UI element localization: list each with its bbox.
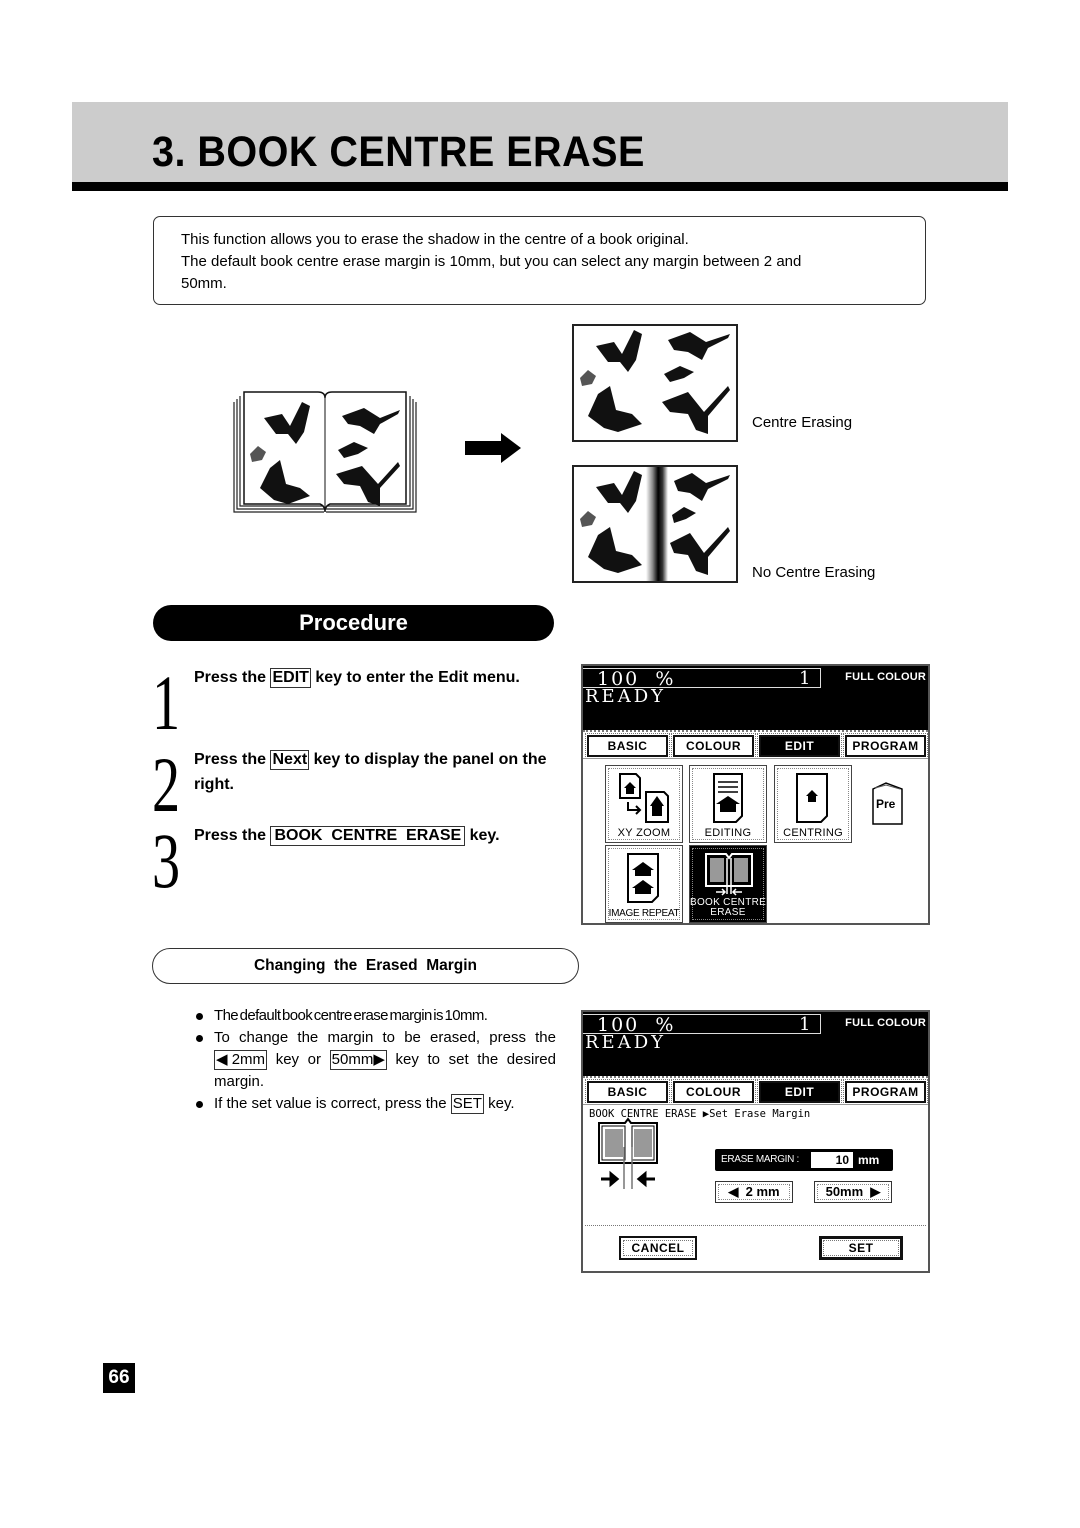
decrease-key-label: ◀ 2mm	[214, 1050, 268, 1070]
step-number: 2	[152, 741, 181, 828]
book-centre-erase-icon	[705, 853, 753, 896]
copier-screen-set-erase-margin: 100 % 1 FULL COLOUR READY BASIC COLOUR E…	[581, 1010, 930, 1273]
colour-mode: FULL COLOUR	[845, 671, 926, 683]
copy-count: 1	[799, 668, 811, 689]
tab-basic[interactable]: BASIC	[585, 1079, 670, 1105]
next-key-label: Next	[270, 750, 310, 770]
title-rule	[72, 182, 1008, 191]
erase-margin-panel: BOOK CENTRE ERASE ▶Set Erase Margin ERAS…	[583, 1104, 928, 1269]
set-key-label: SET	[450, 1094, 484, 1114]
step-2-text: Press the Next key to display the panel …	[194, 750, 547, 793]
copy-count: 1	[799, 1014, 811, 1035]
step-3-text: Press the BOOK CENTRE ERASE key.	[194, 826, 500, 846]
edit-functions-panel: XY ZOOM EDITING CENTRING Pre IMAGE REPEA…	[583, 758, 928, 923]
tab-colour[interactable]: COLOUR	[671, 1079, 756, 1105]
book-centre-erase-button[interactable]: BOOK CENTRE ERASE	[689, 845, 767, 923]
intro-line: The default book centre erase margin is …	[181, 253, 802, 270]
status-text: READY	[585, 1032, 667, 1053]
erase-margin-label: ERASE MARGIN :	[721, 1154, 800, 1165]
screen-tabs: BASIC COLOUR EDIT PROGRAM	[583, 1076, 928, 1105]
screen-tabs: BASIC COLOUR EDIT PROGRAM	[583, 730, 928, 759]
function-label: CENTRING	[783, 827, 843, 839]
right-arrow-icon	[465, 433, 521, 463]
increase-key-label: 50mm▶	[329, 1050, 387, 1070]
no-centre-erasing-result-image	[572, 465, 738, 583]
open-book-icon	[233, 391, 417, 513]
intro-line: This function allows you to erase the sh…	[181, 231, 689, 248]
step-1-text: Press the EDIT key to enter the Edit men…	[194, 668, 520, 688]
function-label: EDITING	[704, 827, 752, 839]
screen-status-area: 100 % 1 FULL COLOUR READY	[583, 666, 928, 730]
intro-line: 50mm.	[181, 275, 227, 292]
procedure-heading: Procedure	[153, 605, 554, 641]
set-button[interactable]: SET	[819, 1236, 903, 1260]
editing-icon	[713, 773, 743, 823]
list-item: The default book centre erase margin is …	[196, 1005, 556, 1027]
page-title: 3. BOOK CENTRE ERASE	[152, 128, 645, 176]
pre-label: Pre	[876, 797, 896, 811]
copier-screen-edit-menu: 100 % 1 FULL COLOUR READY BASIC COLOUR E…	[581, 664, 930, 925]
centre-erasing-caption: Centre Erasing	[752, 414, 853, 431]
function-label: IMAGE REPEAT	[608, 908, 680, 919]
decrease-2mm-button[interactable]: ◀ 2 mm	[715, 1181, 793, 1203]
increase-50mm-button[interactable]: 50mm ▶	[814, 1181, 892, 1203]
centre-shadow	[646, 467, 668, 581]
erase-margin-unit: mm	[858, 1153, 880, 1167]
margin-instructions: The default book centre erase margin is …	[196, 1005, 556, 1115]
cancel-button[interactable]: CANCEL	[619, 1236, 697, 1260]
tab-basic[interactable]: BASIC	[585, 733, 670, 759]
erase-margin-display: ERASE MARGIN : 10 mm	[715, 1149, 893, 1171]
centre-erased-result-image	[572, 324, 738, 442]
previous-page-button[interactable]: Pre	[872, 781, 904, 825]
tab-program[interactable]: PROGRAM	[843, 1079, 928, 1105]
function-label: BOOK CENTRE ERASE	[690, 897, 767, 918]
colour-mode: FULL COLOUR	[845, 1017, 926, 1029]
title-band: 3. BOOK CENTRE ERASE	[72, 102, 1008, 182]
edit-key-label: EDIT	[270, 668, 311, 688]
status-text: READY	[585, 686, 667, 707]
list-item: To change the margin to be erased, press…	[196, 1027, 556, 1093]
step-number: 3	[152, 817, 181, 904]
changing-margin-heading: Changing the Erased Margin	[152, 948, 579, 984]
list-item: If the set value is correct, press the S…	[196, 1093, 556, 1115]
divider	[585, 1225, 926, 1226]
page-number: 66	[103, 1363, 135, 1393]
xy-zoom-icon	[619, 773, 669, 823]
centring-icon	[796, 773, 828, 823]
tab-edit[interactable]: EDIT	[757, 733, 842, 759]
xy-zoom-button[interactable]: XY ZOOM	[605, 765, 683, 843]
image-repeat-button[interactable]: IMAGE REPEAT	[605, 845, 683, 923]
intro-box: This function allows you to erase the sh…	[153, 216, 926, 305]
book-centre-icon	[598, 1117, 658, 1189]
step-number: 1	[152, 659, 181, 746]
function-label: XY ZOOM	[617, 827, 671, 839]
screen-status-area: 100 % 1 FULL COLOUR READY	[583, 1012, 928, 1076]
tab-edit[interactable]: EDIT	[757, 1079, 842, 1105]
centring-button[interactable]: CENTRING	[774, 765, 852, 843]
no-centre-erasing-caption: No Centre Erasing	[752, 564, 876, 581]
book-centre-erase-key-label: BOOK CENTRE ERASE	[270, 826, 466, 846]
editing-button[interactable]: EDITING	[689, 765, 767, 843]
erase-margin-value: 10	[811, 1152, 853, 1168]
image-repeat-icon	[627, 853, 659, 903]
tab-colour[interactable]: COLOUR	[671, 733, 756, 759]
tab-program[interactable]: PROGRAM	[843, 733, 928, 759]
